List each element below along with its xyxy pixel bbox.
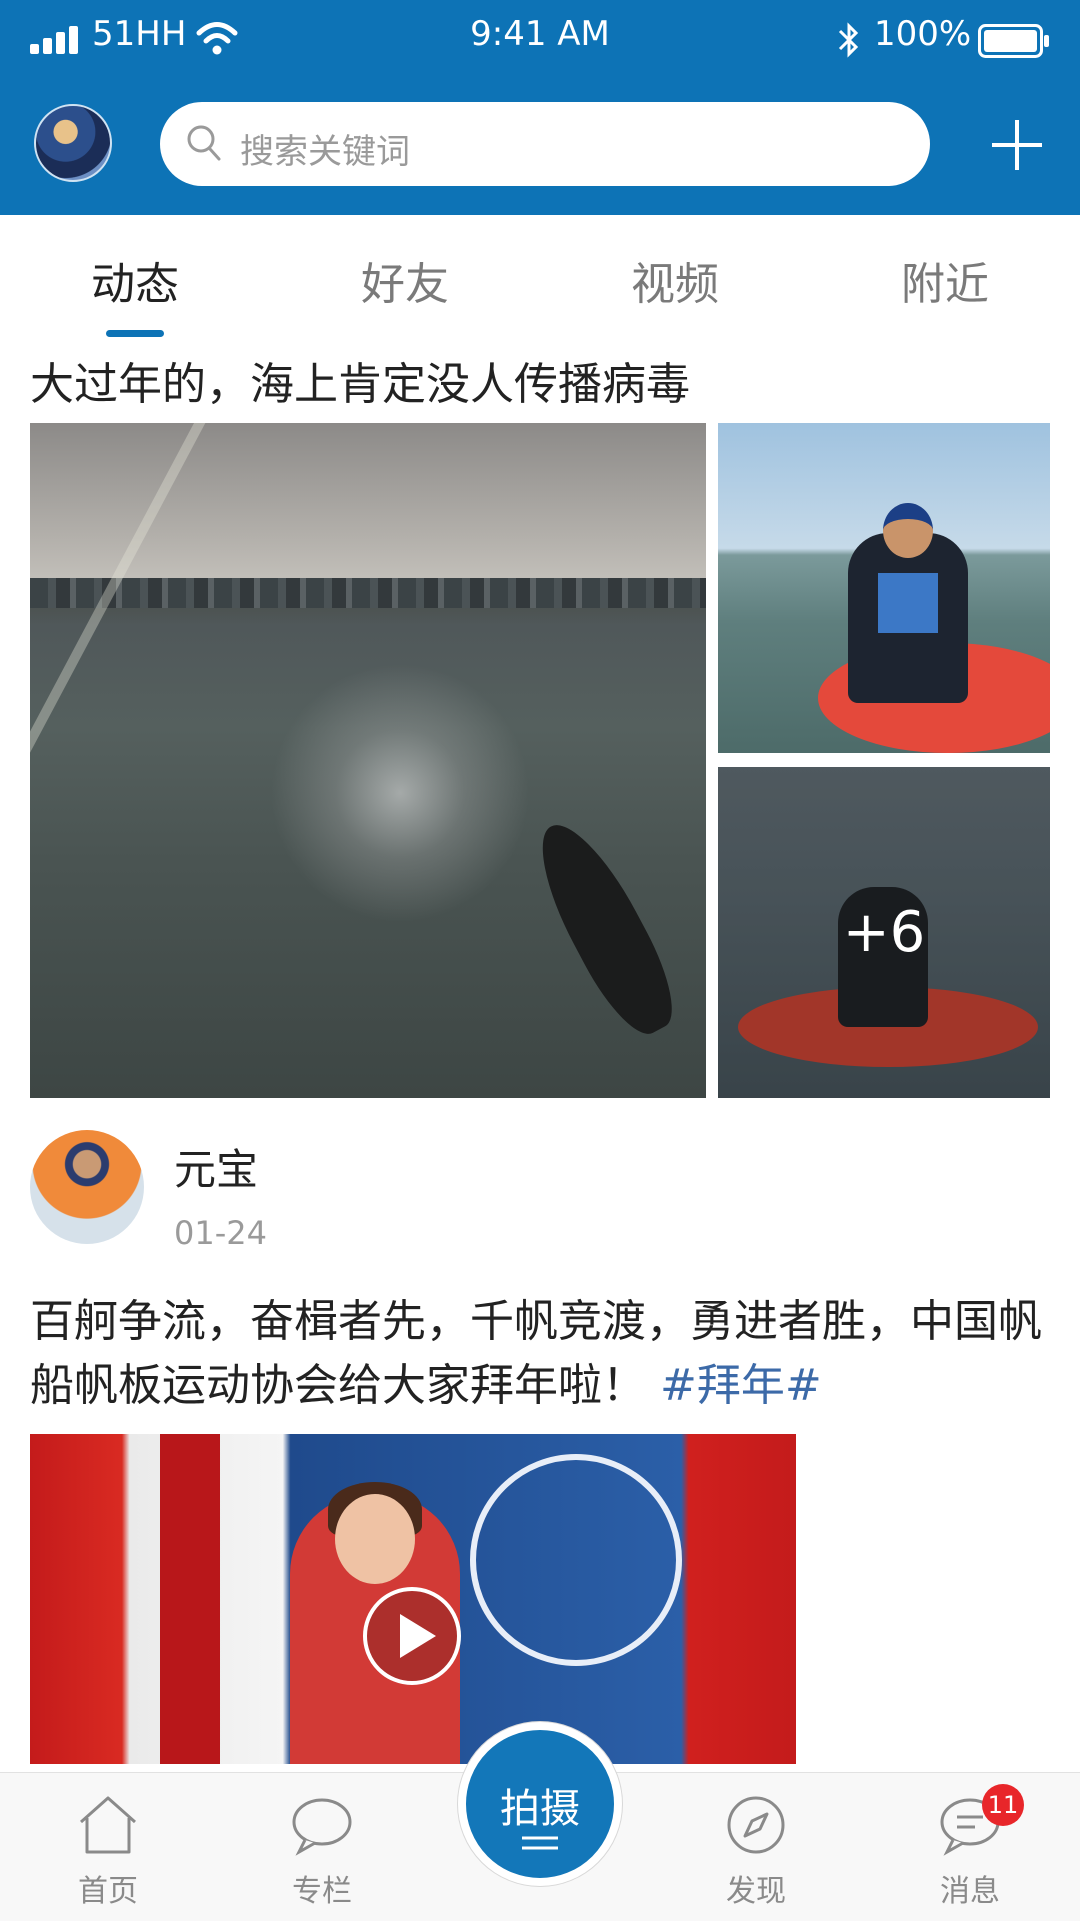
post-photo-kayaker[interactable] (718, 423, 1050, 753)
nav-home-label: 首页 (78, 1874, 138, 1909)
search-icon (187, 125, 221, 161)
user-avatar[interactable] (34, 104, 112, 182)
nav-column-label: 专栏 (292, 1874, 352, 1909)
search-placeholder: 搜索关键词 (240, 132, 410, 172)
tab-dynamic[interactable]: 动态 (35, 248, 235, 312)
plus-icon[interactable] (990, 118, 1044, 172)
compass-icon (727, 1796, 785, 1854)
post-photo-sea[interactable] (30, 423, 706, 1098)
nav-messages-label: 消息 (940, 1874, 1000, 1909)
shoot-label: 拍摄 (500, 1786, 580, 1832)
home-icon (80, 1796, 136, 1854)
tab-friends[interactable]: 好友 (305, 248, 505, 312)
more-photos-count: +6 (842, 900, 926, 965)
nav-column[interactable]: 专栏 (262, 1790, 382, 1910)
nav-discover-label: 发现 (726, 1874, 786, 1909)
post-body: 百舸争流，奋楫者先，千帆竞渡，勇进者胜，中国帆船帆板运动协会给大家拜年啦！ (30, 1296, 1042, 1411)
unread-badge: 11 (982, 1784, 1024, 1826)
nav-home[interactable]: 首页 (48, 1790, 168, 1910)
battery-percent: 100% (874, 14, 972, 54)
nav-discover[interactable]: 发现 (696, 1790, 816, 1910)
post-text[interactable]: 百舸争流，奋楫者先，千帆竞渡，勇进者胜，中国帆船帆板运动协会给大家拜年啦！ #拜… (30, 1290, 1050, 1418)
hashtag-link[interactable]: #拜年# (660, 1360, 822, 1411)
tab-nearby[interactable]: 附近 (845, 248, 1045, 312)
play-icon[interactable] (360, 1584, 464, 1688)
active-tab-indicator (106, 330, 164, 337)
author-avatar[interactable] (30, 1130, 144, 1244)
post-date: 01-24 (174, 1214, 267, 1252)
bluetooth-icon (838, 22, 859, 58)
post-title[interactable]: 大过年的，海上肯定没人传播病毒 (30, 348, 690, 412)
author-name[interactable]: 元宝 (174, 1136, 258, 1197)
menu-lines-icon (522, 1836, 558, 1850)
chat-bubble-icon (292, 1798, 352, 1856)
battery-icon (978, 24, 1049, 58)
tab-videos[interactable]: 视频 (575, 248, 775, 312)
